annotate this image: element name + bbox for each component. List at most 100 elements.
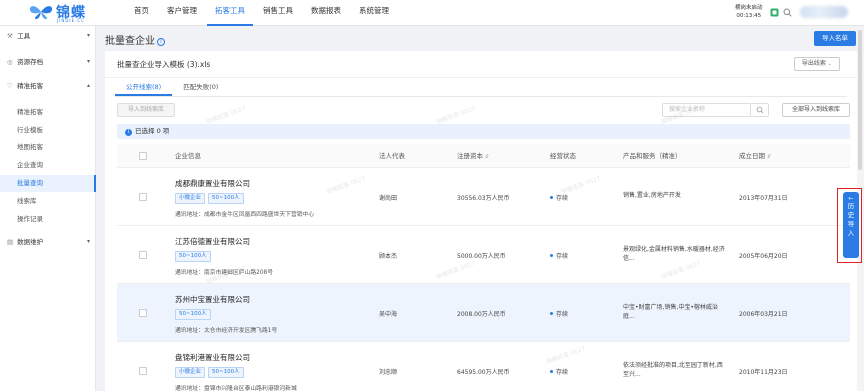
select-all-checkbox[interactable] — [139, 152, 147, 160]
business-status: 存续 — [550, 367, 568, 376]
business-status-text: 存续 — [556, 253, 569, 260]
search-icon — [756, 106, 764, 114]
legal-rep: 顾本杰 — [379, 253, 398, 260]
sidebar-item-precise-prospect[interactable]: 精准拓客 — [0, 104, 96, 121]
import-all-to-lead-library-button[interactable]: 全部导入到线索库 — [782, 103, 850, 117]
sidebar-item-industry-template[interactable]: 行业模板 — [0, 122, 96, 139]
founding-date: 2006年03月21日 — [739, 311, 788, 318]
sidebar-item-lead-library[interactable]: 线索库 — [0, 193, 96, 210]
tab-public-leads[interactable]: 公开线索(8) — [115, 80, 173, 96]
sidebar-item-batch-search[interactable]: 批量查询 — [0, 175, 96, 192]
table-row[interactable]: 成都鼎康置业有限公司 小微企业 50~100人 通讯地址：成都市金牛区凤凰西四路… — [117, 168, 850, 226]
search-button[interactable] — [751, 103, 769, 117]
founding-date: 2013年07月31日 — [739, 195, 788, 202]
company-name[interactable]: 苏州中宝置业有限公司 — [175, 294, 250, 305]
row-checkbox[interactable] — [139, 193, 147, 201]
header-business-status: 经营状态 — [550, 152, 576, 160]
page-title-text: 批量查企业 — [105, 36, 155, 47]
products-services: 依法须经批准的项目,北至园丁新村,西至兴... — [623, 362, 723, 378]
clock-widget: 横岗未启动 00:13:45 — [735, 4, 763, 20]
sidebar-item-company-search[interactable]: 企业查询 — [0, 157, 96, 174]
company-tag: 50~100人 — [208, 367, 244, 378]
table-row[interactable]: 盘锦利港置业有限公司 小微企业 50~100人 通讯地址：盘锦市兴隆台区泰山路利… — [117, 342, 850, 391]
business-status-text: 存续 — [556, 311, 569, 318]
company-tag: 小微企业 — [175, 367, 206, 378]
chevron-up-icon: ▴ — [86, 82, 90, 89]
nav-home[interactable]: 首页 — [126, 0, 157, 26]
tab-match-failed[interactable]: 匹配失败(0) — [172, 80, 229, 96]
search-icon[interactable] — [783, 8, 792, 17]
scrollbar-thumb[interactable] — [858, 30, 862, 170]
history-import-label: 历史导入 — [847, 202, 855, 237]
chevron-down-icon: ⌄ — [827, 61, 833, 67]
business-status: 存续 — [550, 251, 568, 260]
sidebar-item-operation-log[interactable]: 操作记录 — [0, 211, 96, 228]
company-name[interactable]: 江苏倍德置业有限公司 — [175, 236, 250, 247]
company-search-input[interactable]: 搜索企业名称 — [662, 103, 751, 117]
company-name[interactable]: 成都鼎康置业有限公司 — [175, 178, 250, 189]
history-import-button[interactable]: ← 历史导入 — [843, 192, 859, 258]
header-legal-rep: 法人代表 — [379, 152, 405, 160]
registered-capital: 5000.00万人民币 — [457, 253, 506, 260]
header-founding-date[interactable]: 成立日期 ⇵ — [739, 144, 771, 168]
sidebar-group-prospect[interactable]: ♡ 精准拓客 ▴ — [0, 76, 96, 96]
clock-time: 00:13:45 — [736, 13, 762, 19]
sidebar-group-label: 资源存档 — [17, 58, 44, 66]
file-title: 批量查企业导入模板 (3).xls — [117, 60, 211, 69]
company-name[interactable]: 盘锦利港置业有限公司 — [175, 352, 250, 363]
nav-data-reports[interactable]: 数据报表 — [303, 0, 349, 26]
table-row[interactable]: 江苏倍德置业有限公司 50~100人 通讯地址：南京市建邺区庐山路208号 顾本… — [117, 226, 850, 284]
chevron-down-icon: ▾ — [86, 58, 90, 65]
export-leads-label: 导出线索 — [801, 60, 826, 67]
status-dot-icon — [550, 196, 553, 199]
row-checkbox[interactable] — [139, 309, 147, 317]
business-status-text: 存续 — [556, 195, 569, 202]
sidebar-group-label: 数据维护 — [17, 238, 44, 246]
result-tabs: 公开线索(8) 匹配失败(0) — [115, 80, 229, 96]
user-avatar-blurred[interactable] — [800, 6, 848, 18]
page-title: 批量查企业 i — [105, 32, 165, 47]
sidebar-item-map-prospect[interactable]: 地图拓客 — [0, 139, 96, 156]
registered-capital: 30556.03万人民币 — [457, 195, 510, 202]
prospect-icon: ♡ — [7, 82, 13, 90]
sidebar-group-data-maintenance[interactable]: ▤ 数据维护 ▾ — [0, 232, 96, 252]
business-status: 存续 — [550, 193, 568, 202]
sidebar-group-tools[interactable]: ⚒ 工具 ▾ — [0, 26, 96, 46]
header-label: 成立日期 — [739, 152, 765, 160]
company-tag: 50~100人 — [208, 193, 244, 204]
import-name-list-button[interactable]: 导入名单 — [814, 31, 856, 46]
registered-capital: 2008.00万人民币 — [457, 311, 506, 318]
header-label: 注册资本 — [457, 152, 483, 160]
row-checkbox[interactable] — [139, 251, 147, 259]
header-registered-capital[interactable]: 注册资本 ⇵ — [457, 144, 489, 168]
products-services: 景观绿化,金属材料销售,水暖器材,经济信... — [623, 246, 725, 262]
selected-count-text: 已选择 0 项 — [135, 127, 170, 135]
legal-rep: 吴中海 — [379, 311, 398, 318]
app-square-icon[interactable] — [770, 8, 779, 17]
nav-system-management[interactable]: 系统管理 — [351, 0, 397, 26]
sidebar-group-storage[interactable]: ◎ 资源存档 ▾ — [0, 52, 96, 72]
row-checkbox[interactable] — [139, 367, 147, 375]
brand-subtitle: JINDIE.CC — [57, 18, 85, 23]
main-content: 批量查企业 i 导入名单 批量查企业导入模板 (3).xls 导出线索 ⌄ 公开线… — [97, 26, 864, 391]
legal-rep: 刘忠顺 — [379, 369, 398, 376]
storage-icon: ◎ — [7, 58, 13, 66]
table-row[interactable]: 苏州中宝置业有限公司 50~100人 通讯地址：太仓市经济开发区腾飞路1号 吴中… — [117, 284, 850, 342]
top-navbar: 锦蝶 JINDIE.CC 首页 客户管理 拓客工具 销售工具 数据报表 系统管理… — [0, 0, 864, 26]
company-tag: 50~100人 — [175, 251, 211, 262]
nav-customer-management[interactable]: 客户管理 — [159, 0, 205, 26]
sort-icon[interactable]: ⇵ — [767, 154, 771, 160]
data-icon: ▤ — [7, 238, 14, 246]
info-icon[interactable]: i — [157, 38, 165, 46]
import-to-lead-library-button[interactable]: 导入到线索库 — [117, 103, 175, 117]
export-leads-button[interactable]: 导出线索 ⌄ — [794, 57, 840, 71]
nav-sales-tools[interactable]: 销售工具 — [255, 0, 301, 26]
brand-logo[interactable]: 锦蝶 JINDIE.CC — [28, 2, 118, 24]
products-services: 销售,置业,房地产开发 — [623, 192, 681, 199]
chevron-down-icon: ▾ — [86, 238, 90, 245]
divider — [105, 77, 857, 78]
chevron-down-icon: ▾ — [86, 32, 90, 39]
company-address: 通讯地址：成都市金牛区凤凰西四路盛世天下营销中心 — [175, 212, 315, 218]
sort-icon[interactable]: ⇵ — [485, 154, 489, 160]
nav-prospecting-tools[interactable]: 拓客工具 — [207, 0, 253, 26]
